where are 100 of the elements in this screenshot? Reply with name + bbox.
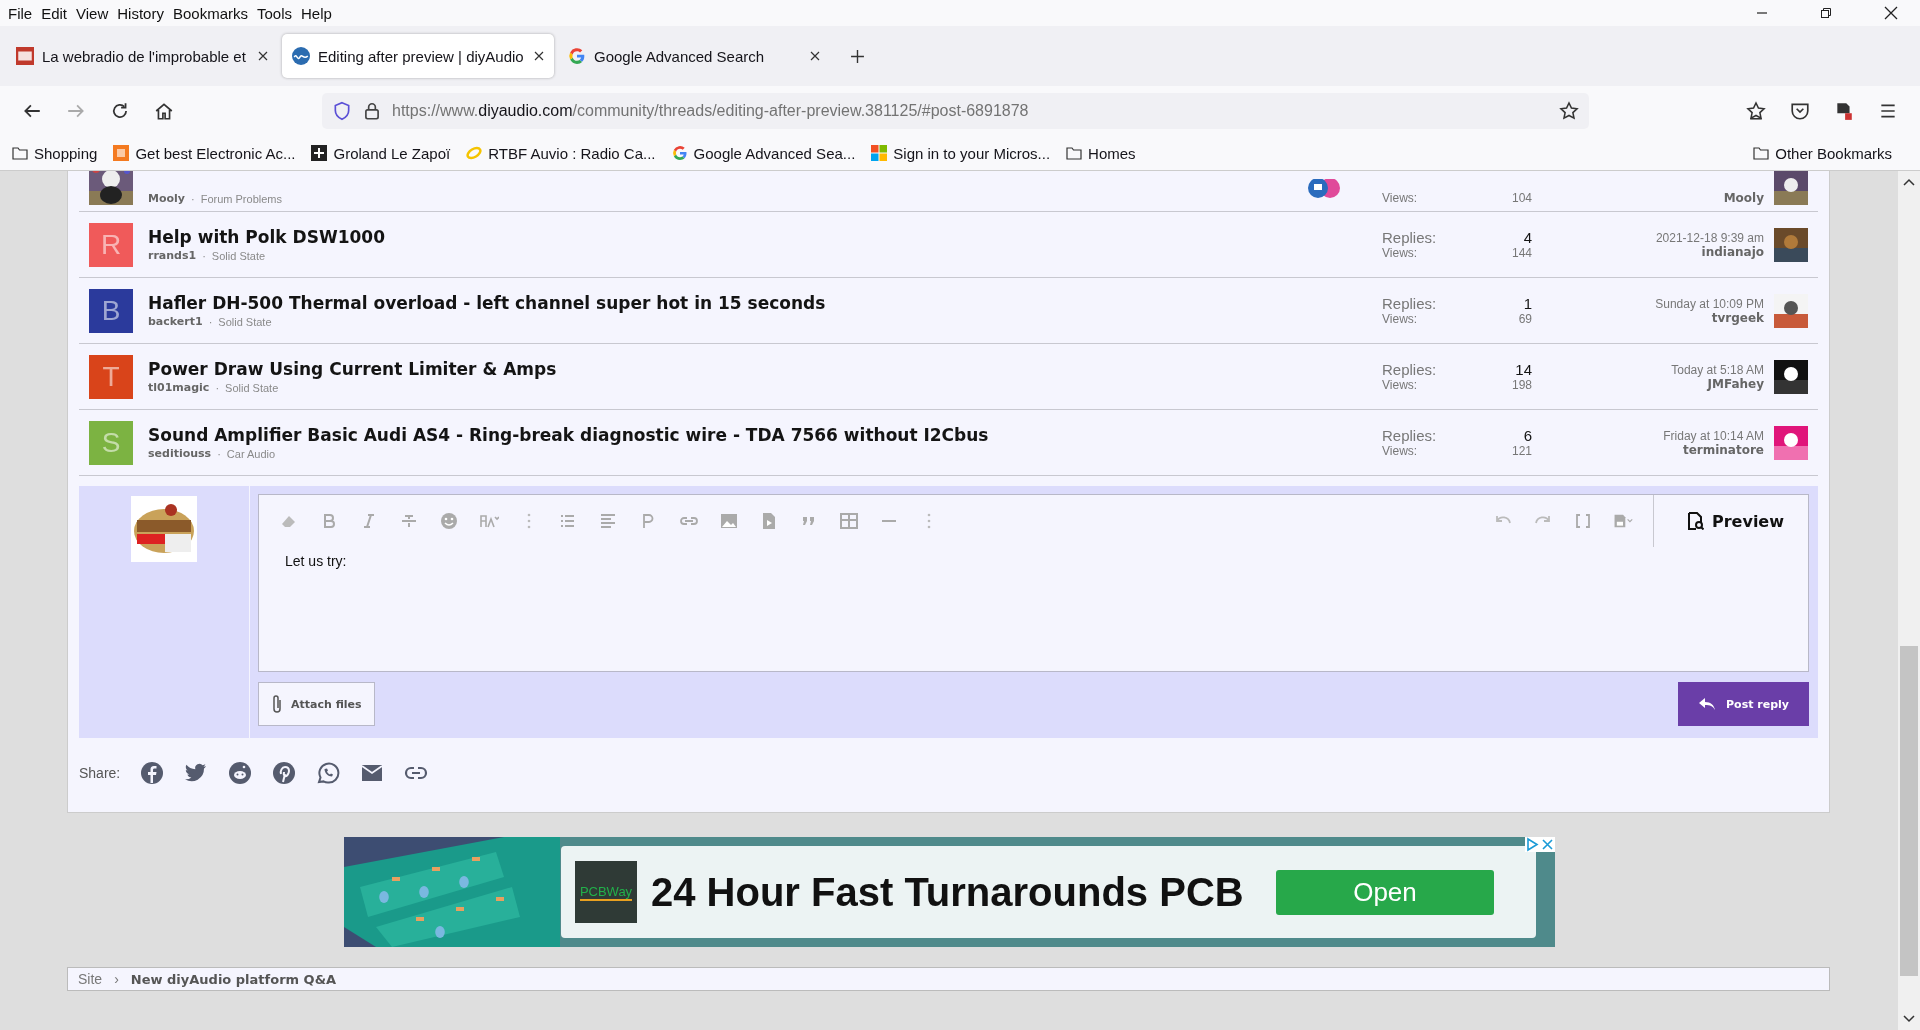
paperclip-icon xyxy=(271,694,283,714)
user-avatar[interactable]: B xyxy=(89,288,133,333)
browser-tab[interactable]: Google Advanced Search xyxy=(558,34,830,78)
scroll-down-icon[interactable] xyxy=(1903,1014,1915,1024)
ring-icon xyxy=(466,145,483,161)
thread-author[interactable]: tl01magic xyxy=(148,381,210,394)
menu-item[interactable]: Edit xyxy=(39,4,75,22)
replies-label: Replies: xyxy=(1382,427,1437,444)
separator-dot: · xyxy=(217,447,221,460)
url-text: https://www.diyaudio.com/community/threads/editing-after-preview.381125/#post-6891878 xyxy=(392,102,1029,120)
separator-dot: · xyxy=(215,381,220,394)
last-poster[interactable]: tvrgeek xyxy=(1711,310,1764,325)
views-count: 69 xyxy=(1518,312,1532,326)
menu-item[interactable]: Help xyxy=(299,4,339,22)
shield-icon xyxy=(332,101,352,121)
reddit-icon[interactable] xyxy=(228,761,253,785)
thread-author[interactable]: seditiouss xyxy=(148,447,212,460)
last-post-date[interactable]: 2021-12-18 9:39 am xyxy=(1655,230,1764,245)
thread-author[interactable]: Mooly xyxy=(148,192,185,205)
last-poster[interactable]: terminatore xyxy=(1682,442,1764,457)
bookmark[interactable]: Groland Le Zapoï xyxy=(311,144,451,162)
text-editor[interactable]: Preview Let us try: xyxy=(258,494,1809,672)
replies-label: Replies: xyxy=(1382,295,1437,312)
bookmark[interactable]: Sign in to your Micros... xyxy=(871,144,1051,162)
menu-item[interactable]: View xyxy=(74,4,116,22)
bookmark[interactable]: Google Advanced Sea... xyxy=(671,144,856,162)
views-count: 121 xyxy=(1511,444,1532,458)
post-reply-button[interactable]: Post reply xyxy=(1678,682,1809,726)
menu-item[interactable]: File xyxy=(6,4,40,22)
scrollbar-thumb[interactable] xyxy=(1900,645,1918,976)
replies-label: Replies: xyxy=(1382,361,1437,378)
bookmark[interactable]: Homes xyxy=(1066,144,1136,162)
share-label: Share: xyxy=(79,765,121,781)
folder-icon xyxy=(1066,145,1083,161)
separator-dot: · xyxy=(208,315,213,328)
extension-icon[interactable] xyxy=(1834,101,1854,121)
close-icon[interactable] xyxy=(1884,6,1898,20)
breadcrumb-link[interactable]: Site xyxy=(78,971,103,987)
replies-count: 4 xyxy=(1523,229,1532,246)
star-icon[interactable] xyxy=(1746,101,1766,121)
separator-dot: · xyxy=(202,249,206,262)
image-icon[interactable] xyxy=(719,511,739,531)
last-poster[interactable]: Mooly xyxy=(1723,191,1764,205)
views-count: 198 xyxy=(1511,378,1532,392)
site-icon xyxy=(16,47,34,65)
brand-name: PCBWay xyxy=(579,883,633,901)
last-poster[interactable]: JMFahey xyxy=(1707,376,1764,391)
brackets-icon[interactable] xyxy=(1573,511,1593,531)
avatar-letter: T xyxy=(102,360,120,393)
menu-item[interactable]: Tools xyxy=(255,4,299,22)
replies-count: 14 xyxy=(1515,361,1532,378)
advertisement-banner[interactable]: PCBWay 24 Hour Fast Turnarounds PCB Open xyxy=(344,837,1555,947)
avatar-letter: B xyxy=(101,294,121,327)
preview-button[interactable]: Preview xyxy=(1653,495,1808,547)
thread-author[interactable]: backert1 xyxy=(148,315,203,328)
last-post-date[interactable]: Friday at 10:14 AM xyxy=(1663,428,1764,443)
reload-icon[interactable] xyxy=(110,101,130,121)
thread-title[interactable]: Sound Amplifier Basic Audi AS4 - Ring-break diagnostic wire - TDA 7566 without I2Cbus xyxy=(148,425,1382,445)
browser-tab[interactable]: La webradio de l'improbable et xyxy=(6,34,278,78)
last-poster[interactable]: indianajo xyxy=(1701,244,1764,259)
adchoices-icon[interactable] xyxy=(1525,837,1540,852)
thread-title[interactable]: Power Draw Using Current Limiter & Amps xyxy=(148,359,1382,379)
views-count: 144 xyxy=(1511,246,1532,260)
last-post-date[interactable]: Today at 5:18 AM xyxy=(1671,362,1764,377)
close-icon[interactable] xyxy=(810,51,820,61)
document-search-icon xyxy=(1688,512,1704,530)
close-icon[interactable] xyxy=(534,51,544,61)
star-icon[interactable] xyxy=(1559,101,1579,121)
pinterest-icon[interactable] xyxy=(272,761,297,785)
home-icon[interactable] xyxy=(154,101,174,121)
thread-author[interactable]: rrands1 xyxy=(148,249,197,262)
pocket-icon[interactable] xyxy=(1790,101,1810,121)
address-bar[interactable]: https://www.diyaudio.com/community/threads/editing-after-preview.381125/#post-6891878 xyxy=(322,93,1589,129)
bookmark[interactable]: RTBF Auvio : Radio Ca... xyxy=(466,144,656,162)
whatsapp-icon[interactable] xyxy=(316,761,341,785)
browser-tab[interactable]: Editing after preview | diyAudio xyxy=(282,34,554,78)
table-icon[interactable] xyxy=(839,511,859,531)
views-label: Views: xyxy=(1382,378,1418,392)
restore-icon[interactable] xyxy=(1820,7,1832,19)
breadcrumb-link[interactable]: New diyAudio platform Q&A xyxy=(130,971,337,987)
plus-icon[interactable] xyxy=(850,48,865,64)
attach-files-button[interactable]: Attach files xyxy=(258,682,375,726)
plus-icon xyxy=(311,145,328,161)
bookmark[interactable]: Other Bookmarks xyxy=(1753,144,1892,162)
close-icon[interactable] xyxy=(258,51,268,61)
thread-title[interactable]: Help with Polk DSW1000 xyxy=(148,227,1382,247)
menu-item[interactable]: History xyxy=(115,4,171,22)
facebook-icon[interactable] xyxy=(140,761,165,785)
last-post-date[interactable]: Sunday at 10:09 PM xyxy=(1655,296,1764,311)
scroll-up-icon[interactable] xyxy=(1903,177,1915,187)
smile-icon[interactable] xyxy=(439,511,459,531)
site-icon xyxy=(292,47,310,65)
folder-icon xyxy=(1753,145,1770,161)
thread-title[interactable]: Hafler DH-500 Thermal overload - left channel super hot in 15 seconds xyxy=(148,293,1382,313)
bookmark[interactable]: Shopping xyxy=(12,144,98,162)
reply-icon xyxy=(1698,697,1717,711)
menu-item[interactable]: Bookmarks xyxy=(170,4,255,22)
tab-title: La webradio de l'improbable et xyxy=(42,47,247,65)
bookmark[interactable]: Get best Electronic Ac... xyxy=(113,144,296,162)
avatar-letter: R xyxy=(100,228,122,261)
